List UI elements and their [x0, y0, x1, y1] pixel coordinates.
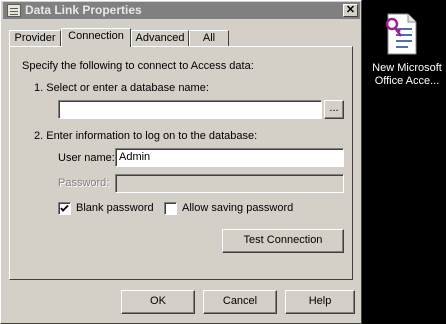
cancel-button-label: Cancel — [222, 295, 258, 307]
ok-button[interactable]: OK — [121, 290, 195, 314]
test-connection-button[interactable]: Test Connection — [222, 229, 344, 253]
desktop-icon-label-line1: New Microsoft — [372, 62, 442, 74]
window-title: Data Link Properties — [25, 3, 142, 17]
database-name-input[interactable] — [58, 100, 322, 119]
title-bar[interactable]: Data Link Properties ✕ — [3, 2, 360, 19]
allow-saving-password-checkbox[interactable] — [164, 202, 177, 215]
desktop-file-shortcut[interactable]: New Microsoft Office Acce... — [368, 12, 446, 92]
browse-button[interactable]: ... — [324, 100, 344, 119]
tab-all-label: All — [202, 32, 216, 44]
help-button-label: Help — [308, 295, 332, 307]
tab-all[interactable]: All — [189, 30, 229, 46]
checkmark-icon — [60, 204, 69, 212]
test-connection-label: Test Connection — [243, 234, 323, 246]
tab-provider[interactable]: Provider — [9, 30, 61, 46]
username-label: User name: — [58, 152, 115, 164]
tab-connection-label: Connection — [68, 30, 124, 42]
step1-label: 1. Select or enter a database name: — [34, 82, 209, 94]
password-input[interactable] — [115, 174, 344, 193]
tab-advanced-label: Advanced — [135, 32, 185, 44]
intro-text: Specify the following to connect to Acce… — [22, 60, 254, 72]
data-link-icon — [7, 4, 21, 17]
cancel-button[interactable]: Cancel — [203, 290, 277, 314]
tab-advanced[interactable]: Advanced — [131, 30, 189, 46]
allow-saving-password-label: Allow saving password — [182, 202, 294, 214]
access-database-file-icon — [385, 13, 417, 55]
blank-password-checkbox[interactable] — [58, 202, 71, 215]
help-button[interactable]: Help — [285, 290, 355, 314]
desktop-icon-label: New Microsoft Office Acce... — [368, 62, 446, 88]
connection-panel: Specify the following to connect to Acce… — [9, 46, 353, 280]
data-link-properties-dialog: Data Link Properties ✕ Provider Connecti… — [0, 0, 362, 324]
close-icon: ✕ — [345, 4, 356, 16]
desktop-icon-label-line2: Office Acce... — [374, 75, 440, 87]
step2-label: 2. Enter information to log on to the da… — [34, 130, 258, 142]
close-button[interactable]: ✕ — [343, 4, 358, 17]
tab-connection[interactable]: Connection — [61, 28, 131, 47]
browse-button-label: ... — [329, 102, 339, 114]
tab-provider-label: Provider — [14, 32, 56, 44]
blank-password-label: Blank password — [76, 202, 154, 214]
ok-button-label: OK — [150, 295, 166, 307]
password-label: Password: — [58, 177, 110, 189]
username-input[interactable]: Admin — [115, 148, 344, 167]
